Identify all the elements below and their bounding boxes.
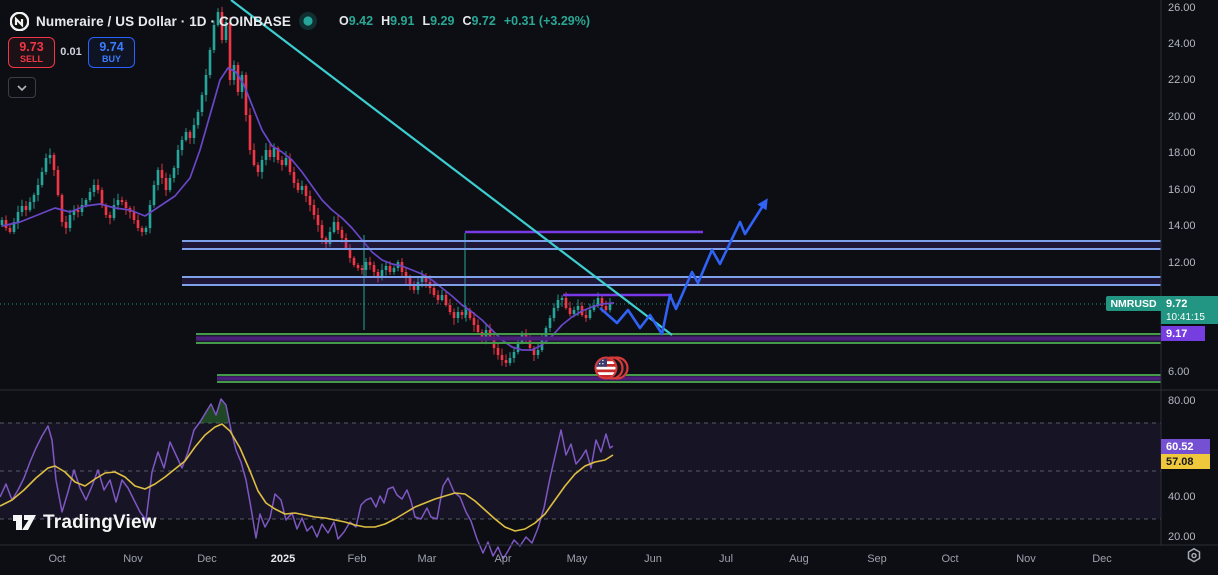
sell-price: 9.73 <box>19 39 44 54</box>
numeraire-logo-icon <box>10 11 29 31</box>
price-axis-label: 16.00 <box>1168 184 1196 196</box>
price-axis-label: 18.00 <box>1168 147 1196 159</box>
buy-price: 9.74 <box>99 39 124 54</box>
ohlc-values: O9.42 H9.91 L9.29 C9.72 +0.31 (+3.29%) <box>339 14 590 28</box>
price-axis-label: 40.00 <box>1168 491 1196 503</box>
time-axis-label: Oct <box>941 553 959 565</box>
time-axis-label: Feb <box>347 553 367 565</box>
forecast-zigzag-arrow[interactable] <box>599 198 768 336</box>
time-axis-label: 2025 <box>270 553 296 565</box>
symbol-legend[interactable]: Numeraire / US Dollar · 1D · COINBASE O9… <box>10 11 590 31</box>
spread-value: 0.01 <box>60 46 82 58</box>
time-axis-label: Oct <box>48 553 66 565</box>
chevron-down-icon <box>17 84 27 91</box>
symbol-title[interactable]: Numeraire / US Dollar · 1D · COINBASE <box>36 14 291 29</box>
time-axis-label: Apr <box>494 553 512 565</box>
last-price-tag: 9.72 <box>1161 296 1218 311</box>
us-flag-sticker[interactable] <box>594 356 618 380</box>
rsi-ma-value-tag: 57.08 <box>1161 454 1210 469</box>
price-axis-label: 20.00 <box>1168 531 1196 543</box>
price-axis-label: 6.00 <box>1168 366 1190 378</box>
price-axis-label: 80.00 <box>1168 395 1196 407</box>
price-axis-label: 20.00 <box>1168 111 1196 123</box>
watermark-text: TradingView <box>43 512 157 533</box>
bar-countdown-tag: 10:41:15 <box>1161 311 1218 324</box>
moving-average-line <box>1 67 615 351</box>
time-axis-label: Jul <box>718 553 734 565</box>
time-axis-label: Nov <box>1016 553 1036 565</box>
chart-canvas[interactable] <box>0 0 1218 575</box>
price-change: +0.31 (+3.29%) <box>503 14 590 28</box>
drawing-level-price-tag: 9.17 <box>1161 326 1205 341</box>
time-axis-label: Nov <box>123 553 143 565</box>
symbol-price-tag: NMRUSD <box>1106 296 1161 311</box>
time-axis-label: May <box>566 553 588 565</box>
buy-button[interactable]: 9.74 BUY <box>88 37 135 68</box>
price-axis-label: 14.00 <box>1168 220 1196 232</box>
price-axis-label: 26.00 <box>1168 2 1196 14</box>
collapse-legend-button[interactable] <box>8 77 36 98</box>
time-axis-label: Dec <box>197 553 217 565</box>
time-axis-label: Dec <box>1092 553 1112 565</box>
time-axis-label: Jun <box>644 553 662 565</box>
tradingview-logo-icon <box>13 515 36 530</box>
timezone-settings-gear-icon[interactable] <box>1184 546 1208 570</box>
time-axis-label: Sep <box>867 553 887 565</box>
market-status-icon[interactable] <box>298 11 318 31</box>
time-axis-label: Mar <box>417 553 437 565</box>
price-axis-label: 24.00 <box>1168 38 1196 50</box>
rsi-value-tag: 60.52 <box>1161 439 1210 454</box>
tradingview-chart-window: Numeraire / US Dollar · 1D · COINBASE O9… <box>0 0 1218 575</box>
price-axis-label: 12.00 <box>1168 257 1196 269</box>
sell-button[interactable]: 9.73 SELL <box>8 37 55 68</box>
tradingview-watermark: TradingView <box>12 512 157 534</box>
time-axis-label: Aug <box>789 553 809 565</box>
price-axis-label: 22.00 <box>1168 74 1196 86</box>
